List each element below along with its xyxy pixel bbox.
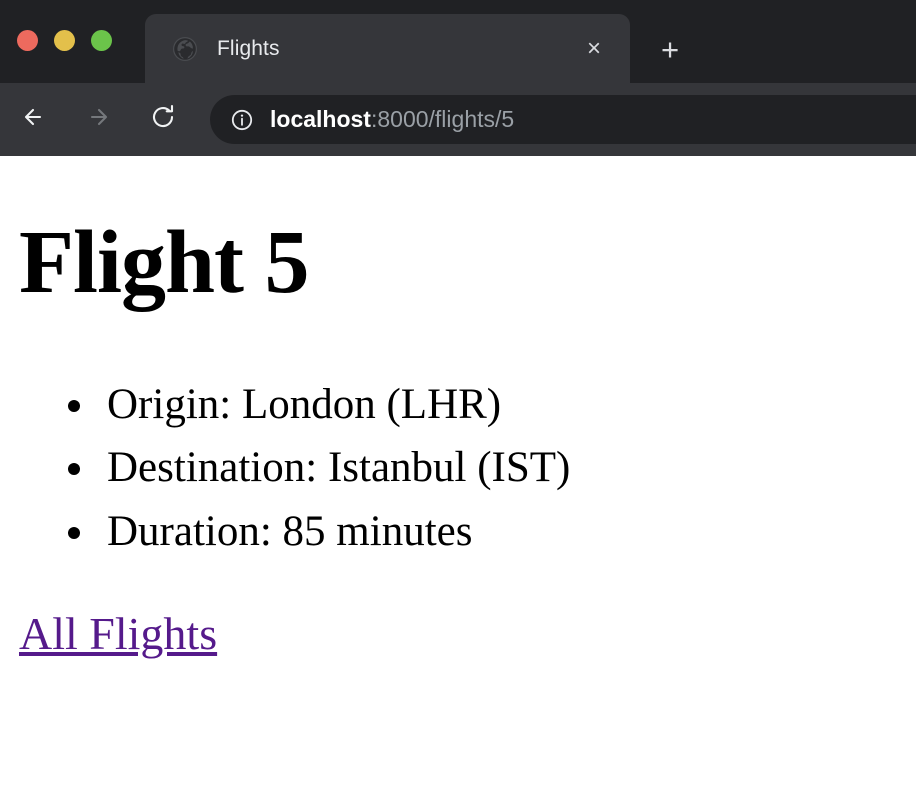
browser-chrome: Flights × +	[0, 0, 916, 156]
tab-title: Flights	[217, 37, 280, 61]
close-tab-icon[interactable]: ×	[580, 35, 608, 63]
back-arrow-icon	[19, 101, 51, 138]
list-item-origin: Origin: London (LHR)	[99, 373, 897, 437]
all-flights-link[interactable]: All Flights	[19, 607, 217, 660]
window-controls	[17, 30, 112, 51]
page-content: Flight 5 Origin: London (LHR) Destinatio…	[0, 156, 916, 808]
reload-button[interactable]	[143, 100, 183, 140]
url-host: localhost	[270, 106, 371, 132]
new-tab-button[interactable]: +	[652, 31, 688, 67]
maximize-window-button[interactable]	[91, 30, 112, 51]
tab-flights[interactable]: Flights ×	[145, 14, 630, 83]
globe-icon	[172, 36, 198, 62]
page-title: Flight 5	[19, 216, 897, 311]
url-text[interactable]: localhost:8000/flights/5	[270, 106, 514, 133]
reload-icon	[147, 101, 179, 138]
browser-toolbar: localhost:8000/flights/5	[0, 83, 916, 156]
url-path: :8000/flights/5	[371, 106, 514, 132]
flight-details-list: Origin: London (LHR) Destination: Istanb…	[19, 373, 897, 564]
minimize-window-button[interactable]	[54, 30, 75, 51]
back-button[interactable]	[15, 100, 55, 140]
forward-arrow-icon	[81, 101, 113, 138]
list-item-destination: Destination: Istanbul (IST)	[99, 436, 897, 500]
close-window-button[interactable]	[17, 30, 38, 51]
info-circle-icon[interactable]	[230, 108, 254, 132]
forward-button[interactable]	[77, 100, 117, 140]
list-item-duration: Duration: 85 minutes	[99, 500, 897, 564]
address-bar[interactable]: localhost:8000/flights/5	[210, 95, 916, 144]
tab-strip: Flights × +	[0, 0, 916, 83]
